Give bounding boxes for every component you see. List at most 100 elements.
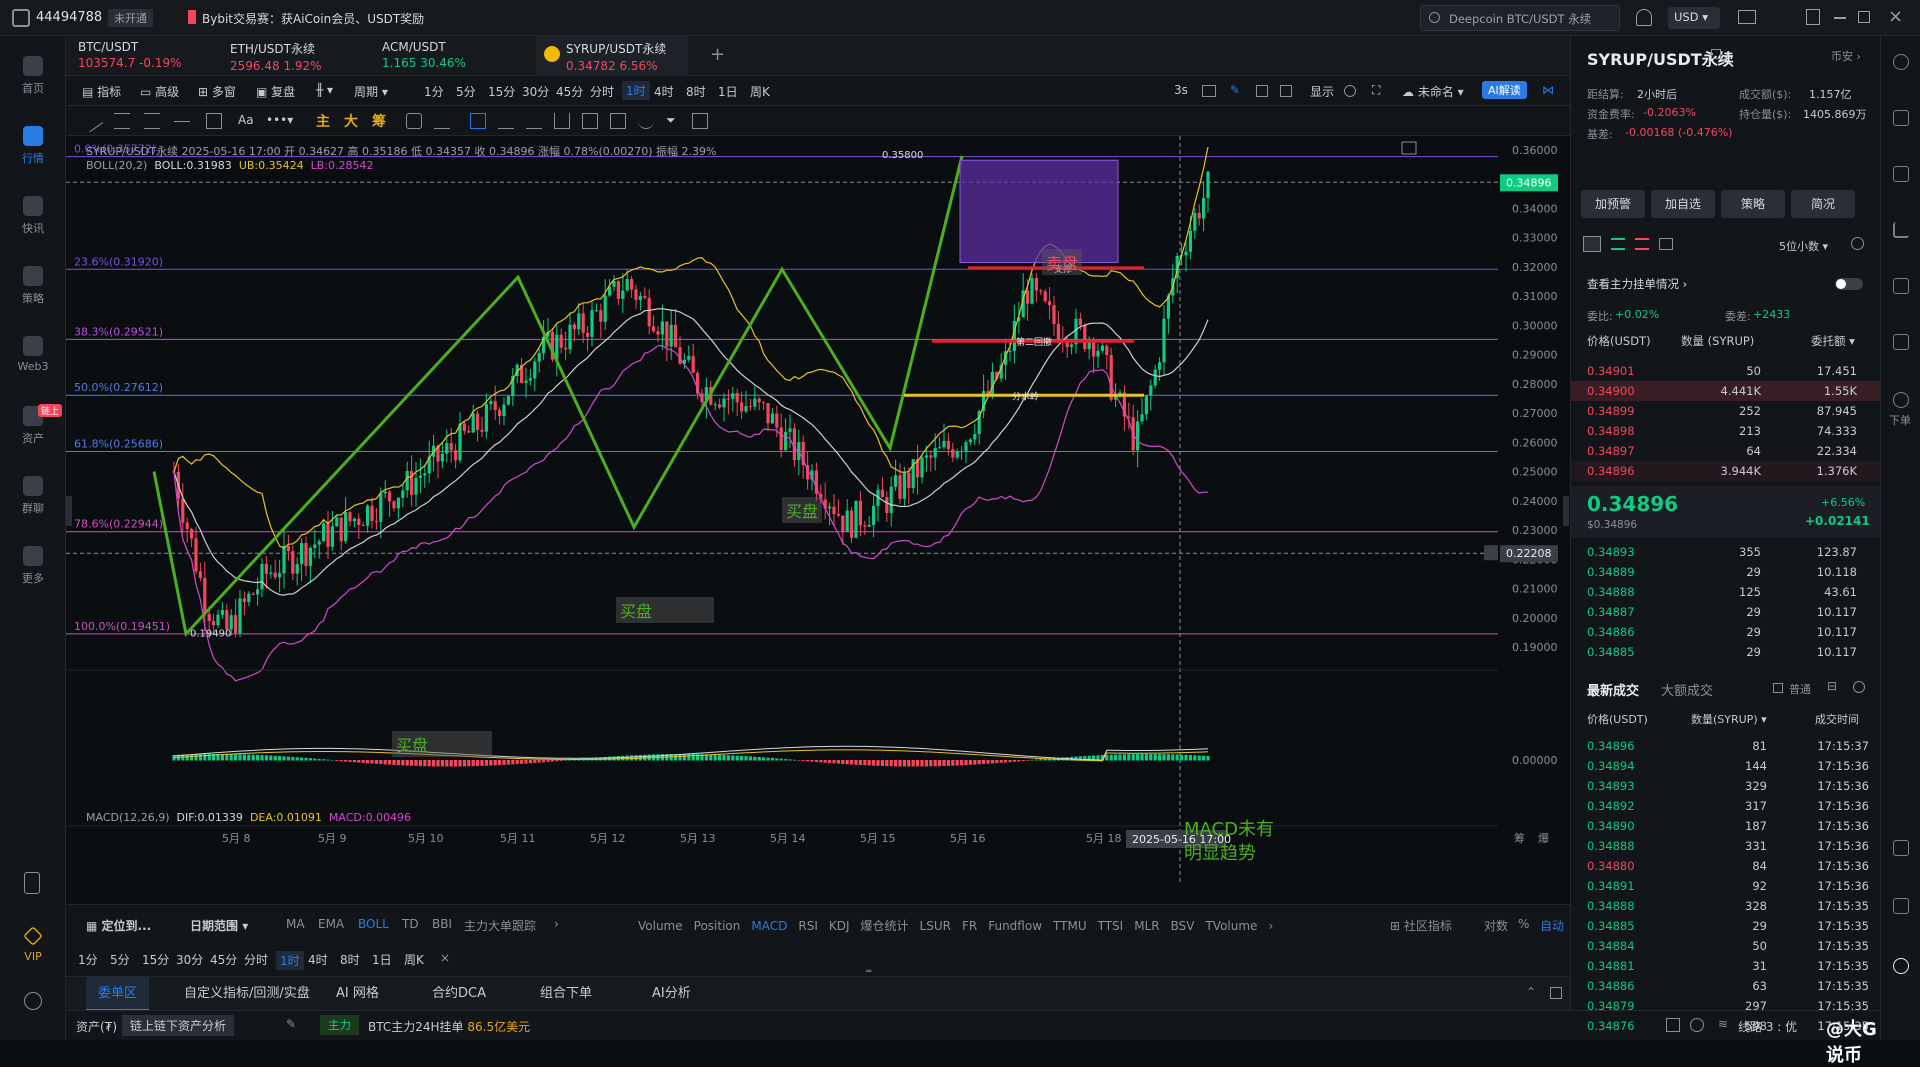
- book-depth-icon[interactable]: [1659, 238, 1673, 250]
- settings-icon[interactable]: [1344, 85, 1356, 97]
- nav-item-more[interactable]: 更多: [0, 546, 66, 586]
- promo-text[interactable]: Bybit交易赛：获AiCoin会员、USDT奖励: [202, 10, 424, 27]
- interval-9[interactable]: 1日: [718, 83, 738, 100]
- chevron-up-icon[interactable]: ⌃: [1526, 985, 1536, 999]
- main-force-button[interactable]: 主: [316, 111, 330, 131]
- community-indicator[interactable]: ⊞ 社区指标: [1390, 917, 1452, 934]
- macd-legend[interactable]: MACD(12,26,9) DIF:0.01339 DEA:0.01091 MA…: [86, 811, 411, 824]
- multi-window-button[interactable]: ⊞ 多窗: [198, 83, 236, 100]
- order-icon[interactable]: [1893, 392, 1909, 408]
- history-icon[interactable]: [1893, 840, 1909, 856]
- sub-indicator-fr[interactable]: FR: [962, 919, 977, 933]
- mobile-icon[interactable]: [24, 872, 40, 894]
- book-row[interactable]: 0.34900 4.441K 1.55K: [1571, 381, 1881, 401]
- ticker-text[interactable]: BTC主力24H挂单 86.5亿美元: [368, 1018, 530, 1035]
- book-row[interactable]: 0.34886 29 10.117: [1571, 622, 1881, 642]
- settings-icon[interactable]: [24, 992, 42, 1010]
- buy-zone-label[interactable]: 买盘: [616, 597, 714, 623]
- book-both-icon[interactable]: [1583, 236, 1601, 252]
- tab-latest-trades[interactable]: 最新成交: [1587, 680, 1639, 699]
- magnet-icon[interactable]: [638, 113, 654, 129]
- measure-icon[interactable]: [406, 113, 422, 129]
- sub-indicator-tvolume[interactable]: TVolume: [1205, 919, 1257, 933]
- nav-item-web3[interactable]: Web3: [0, 336, 66, 373]
- close-icon[interactable]: ×: [1888, 6, 1903, 27]
- book-row[interactable]: 0.34897 64 22.334: [1571, 441, 1881, 461]
- book-row[interactable]: 0.34893 355 123.87: [1571, 542, 1881, 562]
- filter-icon[interactable]: ⏷: [666, 113, 676, 128]
- main-indicator-mainforce[interactable]: 主力大单跟踪: [464, 917, 536, 934]
- main-indicator-boll[interactable]: BOLL: [358, 917, 389, 931]
- panel-tab-3[interactable]: 合约DCA: [420, 977, 498, 1011]
- buy-zone-label[interactable]: 买盘: [782, 497, 823, 523]
- interval-0[interactable]: 1分: [78, 951, 98, 968]
- book-header-amount[interactable]: 委托额 ▾: [1811, 333, 1855, 349]
- sub-indicator-bsv[interactable]: BSV: [1171, 919, 1195, 933]
- refresh-rate[interactable]: 3s: [1174, 83, 1188, 97]
- interval-8[interactable]: 8时: [340, 951, 360, 968]
- sub-indicator-mlr[interactable]: MLR: [1134, 919, 1159, 933]
- account-icon[interactable]: [12, 9, 30, 27]
- nav-item-news[interactable]: 快讯: [0, 196, 66, 236]
- interval-6[interactable]: 1时: [276, 951, 304, 970]
- chain-asset-button[interactable]: 链上链下资产分析: [122, 1015, 235, 1036]
- main-orders-toggle[interactable]: [1835, 278, 1863, 290]
- share-icon[interactable]: ⋈: [1542, 83, 1554, 97]
- trash-icon[interactable]: [692, 113, 708, 129]
- notes-icon[interactable]: [1893, 166, 1909, 182]
- box-icon[interactable]: [1280, 85, 1292, 97]
- sub-indicator-volume[interactable]: Volume: [638, 919, 683, 933]
- info-icon[interactable]: [1893, 54, 1909, 70]
- sub-indicator-lsur[interactable]: LSUR: [920, 919, 951, 933]
- copy-icon[interactable]: [470, 113, 486, 129]
- rect-icon[interactable]: [206, 113, 222, 129]
- ray-icon[interactable]: [174, 113, 190, 122]
- sub-indicator-ttsi[interactable]: TTSI: [1098, 919, 1124, 933]
- tab-syrup-usdt[interactable]: SYRUP/USDT永续 0.34782 6.56%: [536, 36, 688, 76]
- asset-label[interactable]: 资产(₮): [76, 1018, 117, 1035]
- panel-tab-4[interactable]: 组合下单: [528, 977, 604, 1011]
- message-icon[interactable]: [1893, 898, 1909, 914]
- axis-corner-label[interactable]: 筹: [1514, 831, 1525, 845]
- chip-button[interactable]: 筹: [372, 111, 386, 131]
- hline-icon[interactable]: [144, 113, 160, 129]
- sub-indicator-position[interactable]: Position: [694, 919, 741, 933]
- decimals-select[interactable]: 5位小数 ▾: [1779, 238, 1828, 254]
- template-icon[interactable]: [610, 113, 626, 129]
- list-icon[interactable]: [1893, 110, 1909, 126]
- book-row[interactable]: 0.34896 3.944K 1.376K: [1571, 461, 1881, 481]
- interval-10[interactable]: 周K: [750, 83, 770, 100]
- log-toggle[interactable]: 对数: [1484, 917, 1508, 934]
- date-range-button[interactable]: 日期范围 ▾: [190, 917, 248, 934]
- auto-toggle[interactable]: 自动: [1540, 917, 1564, 934]
- panel-tab-2[interactable]: AI 网格: [324, 977, 391, 1011]
- exchange-select[interactable]: 币安 ›: [1831, 48, 1861, 64]
- interval-1[interactable]: 5分: [110, 951, 130, 968]
- interval-1[interactable]: 5分: [456, 83, 476, 100]
- book-header-qty[interactable]: 数量 (SYRUP): [1681, 333, 1754, 349]
- sub-indicator-kdj[interactable]: KDJ: [829, 919, 850, 933]
- book-row[interactable]: 0.34901 50 17.451: [1571, 361, 1881, 381]
- book-row[interactable]: 0.34889 29 10.118: [1571, 562, 1881, 582]
- filter-icon[interactable]: ⊟: [1827, 679, 1837, 693]
- target-zone[interactable]: [959, 159, 1119, 264]
- interval-9[interactable]: 1日: [372, 951, 392, 968]
- overview-button[interactable]: 简况: [1791, 190, 1855, 218]
- strategy-button[interactable]: 策略: [1721, 190, 1785, 218]
- add-alert-button[interactable]: 加预警: [1581, 190, 1645, 218]
- ai-interpret-button[interactable]: AI解读: [1482, 81, 1527, 99]
- eraser-icon[interactable]: [434, 113, 450, 129]
- book-bids-icon[interactable]: [1611, 238, 1625, 250]
- advanced-button[interactable]: ▭ 高级: [140, 83, 179, 100]
- interval-3[interactable]: 30分: [522, 83, 549, 100]
- more-tools-icon[interactable]: •••▾: [266, 113, 293, 127]
- lock-icon[interactable]: [582, 113, 598, 129]
- close-icon[interactable]: ×: [440, 951, 450, 965]
- edit-icon[interactable]: ✎: [286, 1017, 296, 1031]
- text-tool-icon[interactable]: Aa: [238, 113, 254, 127]
- interval-2[interactable]: 15分: [142, 951, 169, 968]
- interval-4[interactable]: 45分: [556, 83, 583, 100]
- bars-icon[interactable]: [554, 113, 570, 129]
- nav-item-market[interactable]: 行情: [0, 126, 66, 166]
- mail-icon[interactable]: [1738, 10, 1756, 24]
